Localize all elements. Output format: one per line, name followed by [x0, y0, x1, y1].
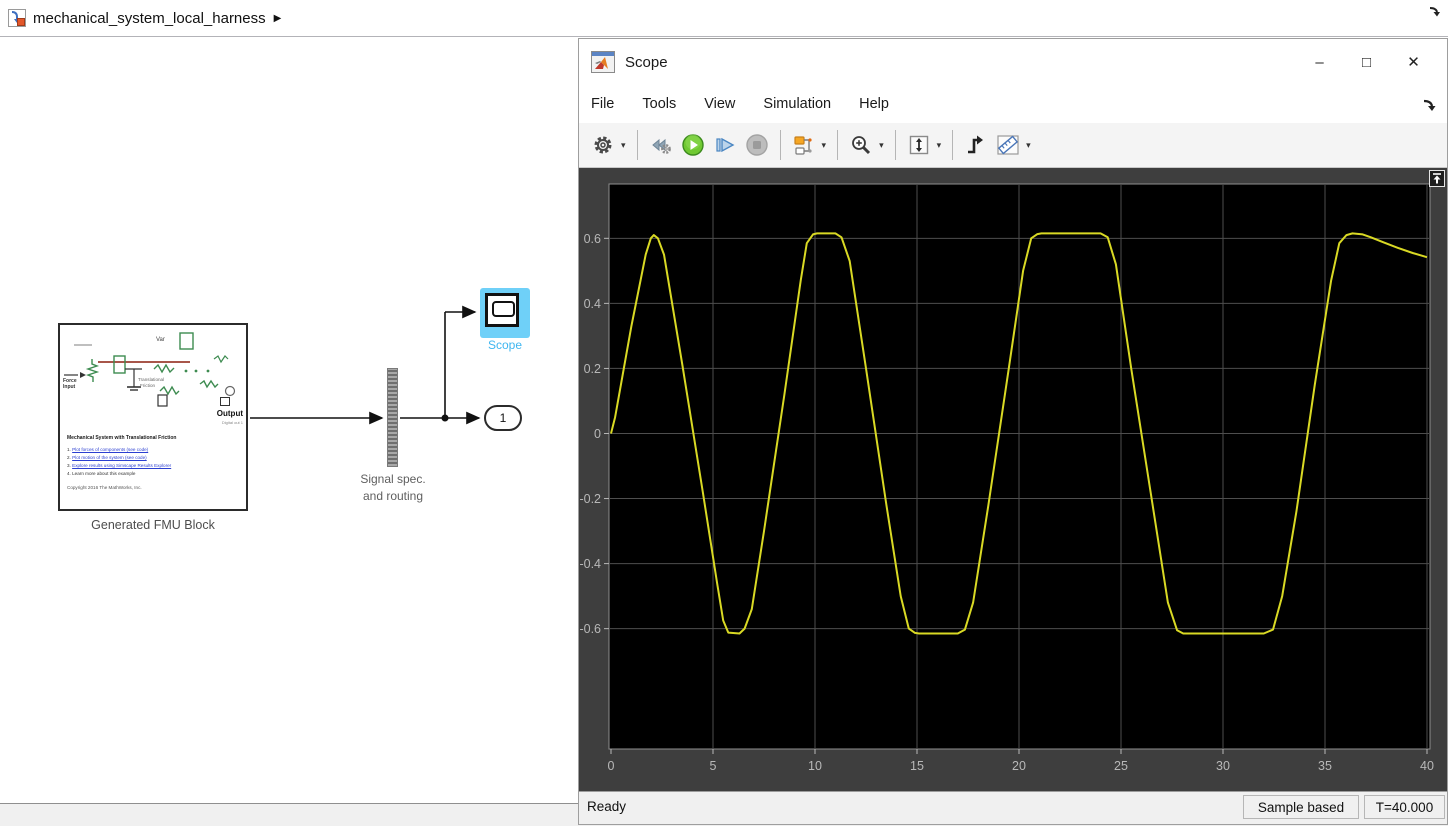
zoom-dropdown-caret[interactable]: ▾ — [879, 140, 884, 151]
xtick-label: 5 — [710, 759, 717, 773]
settings-dropdown-caret[interactable]: ▾ — [621, 140, 626, 151]
stop-icon[interactable] — [742, 129, 772, 161]
simulink-breadcrumb-bar: mechanical_system_local_harness ▶ — [0, 0, 1448, 37]
fit-dropdown-caret[interactable]: ▾ — [937, 140, 942, 151]
fmu-mini-var-label: Var — [156, 337, 165, 343]
settings-gear-icon[interactable] — [588, 129, 618, 161]
signal-spec-block[interactable] — [387, 368, 398, 467]
xtick-label: 35 — [1318, 759, 1332, 773]
signal-layout-icon[interactable] — [789, 129, 819, 161]
toolbar-separator — [837, 130, 839, 160]
step-back-icon[interactable] — [646, 129, 676, 161]
fmu-output-port-label: Output — [216, 409, 243, 418]
scope-toolbar: ▾ ▾ ▾ ▾ ▾ — [579, 123, 1447, 168]
fmu-mini-port-glyph — [220, 397, 230, 406]
fit-to-view-icon[interactable] — [904, 129, 934, 161]
fmu-copyright: Copyright 2016 The MathWorks, Inc. — [67, 485, 142, 490]
measurements-dropdown-caret[interactable]: ▾ — [1026, 140, 1031, 151]
fmu-block-label[interactable]: Generated FMU Block — [53, 518, 253, 532]
ytick-label: 0.4 — [584, 297, 601, 311]
minimize-button[interactable]: – — [1296, 42, 1343, 82]
cursor-measurements-icon[interactable] — [993, 129, 1023, 161]
ytick-label: -0.6 — [579, 622, 601, 636]
simulink-model-icon — [8, 9, 26, 27]
xtick-label: 15 — [910, 759, 924, 773]
scope-menubar: File Tools View Simulation Help — [579, 85, 1447, 123]
fmu-description-list: 1. Plot forces of components (see code) … — [67, 446, 171, 478]
sim-time-cell: T=40.000 — [1364, 795, 1445, 819]
xtick-label: 0 — [608, 759, 615, 773]
svg-text:Friction: Friction — [140, 383, 156, 388]
trigger-icon[interactable] — [961, 129, 991, 161]
run-icon[interactable] — [678, 129, 708, 161]
ytick-label: 0.2 — [584, 362, 601, 376]
step-forward-icon[interactable] — [710, 129, 740, 161]
ytick-label: -0.4 — [579, 557, 601, 571]
toolbar-separator — [779, 130, 781, 160]
fmu-output-port-sublabel: Digital out 1 — [221, 420, 243, 425]
svg-text:Input: Input — [63, 384, 76, 390]
ytick-label: 0 — [594, 427, 601, 441]
xtick-label: 10 — [808, 759, 822, 773]
signal-layout-dropdown-caret[interactable]: ▾ — [822, 140, 827, 151]
maximize-button[interactable]: □ — [1343, 42, 1390, 82]
scope-plot[interactable]: 0.6 0.4 0.2 0 -0.2 -0.4 -0.6 0 5 10 15 20 25 30 35 40 — [579, 168, 1447, 791]
fmu-description-heading: Mechanical System with Translational Fri… — [67, 435, 177, 441]
fmu-mini-friction-label: Translational — [138, 377, 164, 382]
scope-titlebar[interactable]: Scope – □ ✕ — [579, 39, 1447, 85]
ytick-label: -0.2 — [579, 492, 601, 506]
scope-plot-region[interactable]: 0.6 0.4 0.2 0 -0.2 -0.4 -0.6 0 5 10 15 20 25 30 35 40 — [579, 168, 1447, 791]
scope-block-label[interactable]: Scope — [455, 338, 555, 352]
fmu-list-item: 1. Plot forces of components (see code) — [67, 447, 149, 452]
zoom-in-icon[interactable] — [846, 129, 876, 161]
scope-block[interactable] — [485, 293, 519, 327]
scope-statusbar: Ready Sample based T=40.000 — [579, 791, 1447, 824]
generated-fmu-block[interactable]: Var Force Input Translational Friction O… — [58, 323, 248, 511]
outport-1[interactable]: 1 — [484, 405, 522, 431]
fmu-link[interactable]: Plot forces of components (see code) — [72, 447, 148, 452]
wire-branch-to-scope[interactable] — [444, 305, 477, 418]
fmu-link[interactable]: Explore results using Simscape Results E… — [72, 463, 171, 468]
toolbar-separator — [952, 130, 954, 160]
window-title: Scope — [625, 53, 668, 71]
wire-junction-dot — [441, 414, 449, 422]
fmu-list-item: 3. Explore results using Simscape Result… — [67, 463, 172, 468]
breadcrumb-caret-icon[interactable]: ▶ — [274, 13, 282, 24]
hide-panel-arrow-icon[interactable] — [1428, 4, 1442, 18]
breadcrumb[interactable]: mechanical_system_local_harness — [33, 10, 266, 27]
sample-mode-cell: Sample based — [1243, 795, 1359, 819]
matlab-window-icon — [591, 51, 615, 73]
fmu-list-item: 2. Plot motion of the system (see code) — [67, 455, 147, 460]
xtick-label: 25 — [1114, 759, 1128, 773]
scope-block-selection-halo — [480, 288, 530, 338]
ytick-label: 0.6 — [584, 232, 601, 246]
xtick-label: 30 — [1216, 759, 1230, 773]
scope-window: Scope – □ ✕ File Tools View Simulation H… — [578, 38, 1448, 825]
toolbar-separator — [636, 130, 638, 160]
fmu-link[interactable]: Plot motion of the system (see code) — [72, 455, 147, 460]
menu-view[interactable]: View — [704, 96, 735, 112]
toolbar-separator — [894, 130, 896, 160]
expand-toolbar-button[interactable] — [1429, 170, 1445, 187]
menu-file[interactable]: File — [591, 96, 614, 112]
xtick-label: 40 — [1420, 759, 1434, 773]
menu-tools[interactable]: Tools — [642, 96, 676, 112]
fmu-list-item: 4. Learn more about this example — [67, 471, 136, 476]
close-button[interactable]: ✕ — [1390, 42, 1437, 82]
scope-block-screen-icon — [492, 301, 515, 317]
menu-simulation[interactable]: Simulation — [763, 96, 831, 112]
status-text: Ready — [587, 799, 627, 814]
menu-help[interactable]: Help — [859, 96, 889, 112]
xtick-label: 20 — [1012, 759, 1026, 773]
dock-scope-icon[interactable] — [1422, 97, 1437, 112]
signal-spec-label[interactable]: Signal spec. and routing — [323, 471, 463, 505]
